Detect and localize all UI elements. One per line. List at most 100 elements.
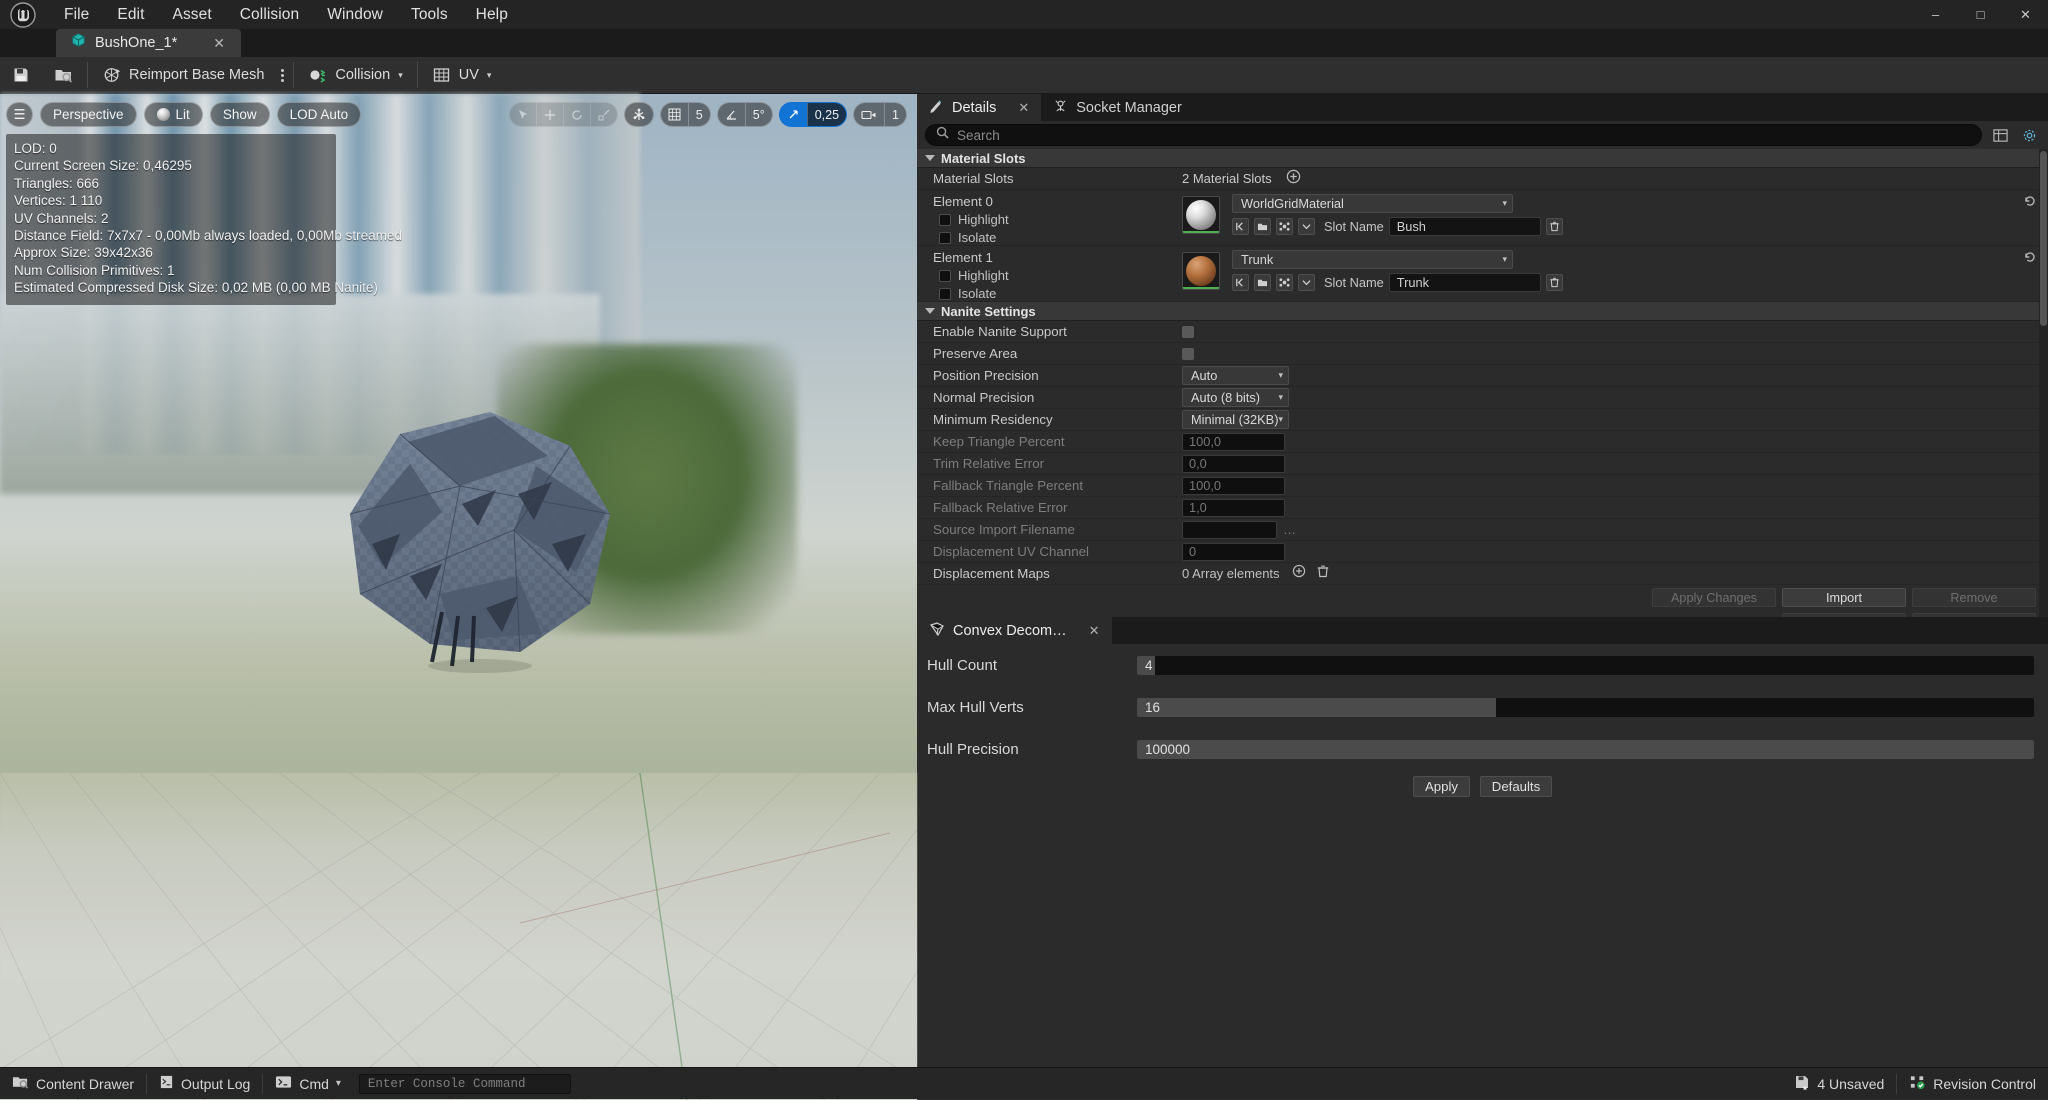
angle-snap-group[interactable]: 5° <box>717 102 773 127</box>
transform-tools-group[interactable] <box>509 102 618 127</box>
element-1-material-dropdown[interactable]: Trunk ▾ <box>1232 250 1513 269</box>
element-0-dropdown-icon[interactable] <box>1298 218 1315 235</box>
tab-convex-close-icon[interactable]: ✕ <box>1089 623 1100 639</box>
preserve-area-checkbox[interactable] <box>1182 348 1194 360</box>
browse-to-asset-button[interactable] <box>44 60 82 90</box>
scale-snap-group[interactable]: 0,25 <box>779 102 847 127</box>
output-log-button[interactable]: Output Log <box>147 1068 262 1100</box>
unsaved-assets-button[interactable]: 4 Unsaved <box>1782 1068 1896 1100</box>
save-button[interactable] <box>2 60 40 90</box>
content-drawer-button[interactable]: Content Drawer <box>0 1068 146 1100</box>
max-hull-verts-slider[interactable]: 16 <box>1137 698 2034 717</box>
menu-asset[interactable]: Asset <box>159 2 226 28</box>
scale-snap-icon[interactable] <box>780 103 807 126</box>
element-0-edit-material-icon[interactable] <box>1276 218 1293 235</box>
grid-snap-group[interactable]: 5 <box>660 102 711 127</box>
menu-file[interactable]: File <box>50 2 103 28</box>
element-0-isolate-checkbox[interactable] <box>939 232 951 244</box>
keep-triangle-percent-input[interactable]: 100,0 <box>1182 433 1285 451</box>
settings-gear-icon[interactable] <box>2018 124 2040 146</box>
camera-speed-value[interactable]: 1 <box>884 103 906 126</box>
element-1-browse-icon[interactable] <box>1232 274 1249 291</box>
element-1-reset-icon[interactable] <box>2020 250 2040 264</box>
tab-convex-decomposition[interactable]: Convex Decom… ✕ <box>917 617 1112 644</box>
details-scroll-thumb[interactable] <box>2040 151 2047 326</box>
fallback-relative-error-input[interactable]: 1,0 <box>1182 499 1285 517</box>
remove-button[interactable]: Remove <box>1912 588 2036 607</box>
asset-tab-bushone[interactable]: BushOne_1* ✕ <box>56 29 241 57</box>
element-0-material-dropdown[interactable]: WorldGridMaterial ▾ <box>1232 194 1513 213</box>
camera-speed-group[interactable]: 1 <box>853 102 907 127</box>
enable-nanite-checkbox[interactable] <box>1182 326 1194 338</box>
details-scrollbar[interactable] <box>2039 149 2048 617</box>
reimport-button[interactable]: Reimport <box>1782 613 1906 617</box>
position-precision-dropdown[interactable]: Auto ▾ <box>1182 366 1289 385</box>
import-button[interactable]: Import <box>1782 588 1906 607</box>
grid-snap-value[interactable]: 5 <box>688 103 710 126</box>
element-1-highlight-checkbox[interactable] <box>939 270 951 282</box>
grid-snap-icon[interactable] <box>661 103 688 126</box>
trim-relative-error-input[interactable]: 0,0 <box>1182 455 1285 473</box>
viewport-lod-button[interactable]: LOD Auto <box>277 102 362 127</box>
element-1-delete-icon[interactable] <box>1546 274 1563 291</box>
displacement-maps-add-icon[interactable] <box>1292 564 1306 583</box>
tab-socket-manager[interactable]: Socket Manager <box>1041 94 1194 121</box>
rotate-icon[interactable] <box>563 103 590 126</box>
camera-icon[interactable] <box>854 103 884 126</box>
unreal-engine-logo-icon[interactable] <box>0 0 46 29</box>
element-1-material-thumbnail[interactable] <box>1182 252 1220 290</box>
minimize-button[interactable]: – <box>1913 0 1958 29</box>
viewport-view-mode-button[interactable]: Lit <box>144 102 203 127</box>
category-nanite-settings[interactable]: Nanite Settings <box>917 302 2048 321</box>
hull-precision-slider[interactable]: 100000 <box>1137 740 2034 759</box>
normal-precision-dropdown[interactable]: Auto (8 bits) ▾ <box>1182 388 1289 407</box>
mesh-viewport[interactable]: ☰ Perspective Lit Show LOD Auto <box>0 94 917 1100</box>
element-1-use-selected-icon[interactable] <box>1254 274 1271 291</box>
menu-tools[interactable]: Tools <box>397 2 462 28</box>
uv-menu-button[interactable]: UV ▾ <box>423 60 501 90</box>
asset-tab-close-icon[interactable]: ✕ <box>207 35 231 52</box>
translate-icon[interactable] <box>536 103 563 126</box>
element-1-edit-material-icon[interactable] <box>1276 274 1293 291</box>
source-import-filename-input[interactable] <box>1182 521 1277 539</box>
reimport-base-mesh-button[interactable]: Reimport Base Mesh <box>93 60 273 90</box>
menu-window[interactable]: Window <box>313 2 397 28</box>
menu-help[interactable]: Help <box>462 2 522 28</box>
scale-icon[interactable] <box>590 103 617 126</box>
fallback-triangle-percent-input[interactable]: 100,0 <box>1182 477 1285 495</box>
search-input[interactable] <box>957 128 1971 143</box>
element-0-browse-icon[interactable] <box>1232 218 1249 235</box>
add-material-slot-icon[interactable] <box>1286 169 1301 189</box>
defaults-button[interactable]: Defaults <box>1480 776 1552 797</box>
tab-details[interactable]: Details ✕ <box>917 94 1041 121</box>
select-icon[interactable] <box>510 103 536 126</box>
maximize-button[interactable]: □ <box>1958 0 2003 29</box>
search-input-wrapper[interactable] <box>925 124 1982 146</box>
viewport-show-menu-button[interactable]: Show <box>210 102 270 127</box>
console-command-input[interactable]: Enter Console Command <box>359 1074 571 1094</box>
hull-count-slider[interactable]: 4 <box>1137 656 2034 675</box>
displacement-maps-delete-icon[interactable] <box>1316 564 1330 583</box>
category-material-slots[interactable]: Material Slots <box>917 149 2048 168</box>
element-0-reset-icon[interactable] <box>2020 194 2040 208</box>
apply-changes-button[interactable]: Apply Changes <box>1652 588 1776 607</box>
reimport-new-file-button[interactable]: Reimport New File <box>1912 613 2036 617</box>
cmd-selector-button[interactable]: Cmd ▾ <box>263 1068 353 1100</box>
world-coords-button[interactable] <box>624 102 654 127</box>
revision-control-button[interactable]: Revision Control <box>1897 1068 2048 1100</box>
world-coords-icon[interactable] <box>625 103 653 126</box>
close-window-button[interactable]: ✕ <box>2003 0 2048 29</box>
element-1-isolate-checkbox[interactable] <box>939 288 951 300</box>
element-0-slot-name-input[interactable]: Bush <box>1389 217 1541 236</box>
element-0-highlight-checkbox[interactable] <box>939 214 951 226</box>
menu-edit[interactable]: Edit <box>103 2 158 28</box>
collision-menu-button[interactable]: Collision ▾ <box>299 60 411 90</box>
angle-snap-value[interactable]: 5° <box>745 103 772 126</box>
element-1-dropdown-icon[interactable] <box>1298 274 1315 291</box>
element-0-use-selected-icon[interactable] <box>1254 218 1271 235</box>
menu-collision[interactable]: Collision <box>226 2 313 28</box>
viewport-camera-mode-button[interactable]: Perspective <box>40 102 137 127</box>
angle-snap-icon[interactable] <box>718 103 745 126</box>
source-import-browse-button[interactable]: … <box>1283 522 1296 537</box>
element-0-material-thumbnail[interactable] <box>1182 196 1220 234</box>
